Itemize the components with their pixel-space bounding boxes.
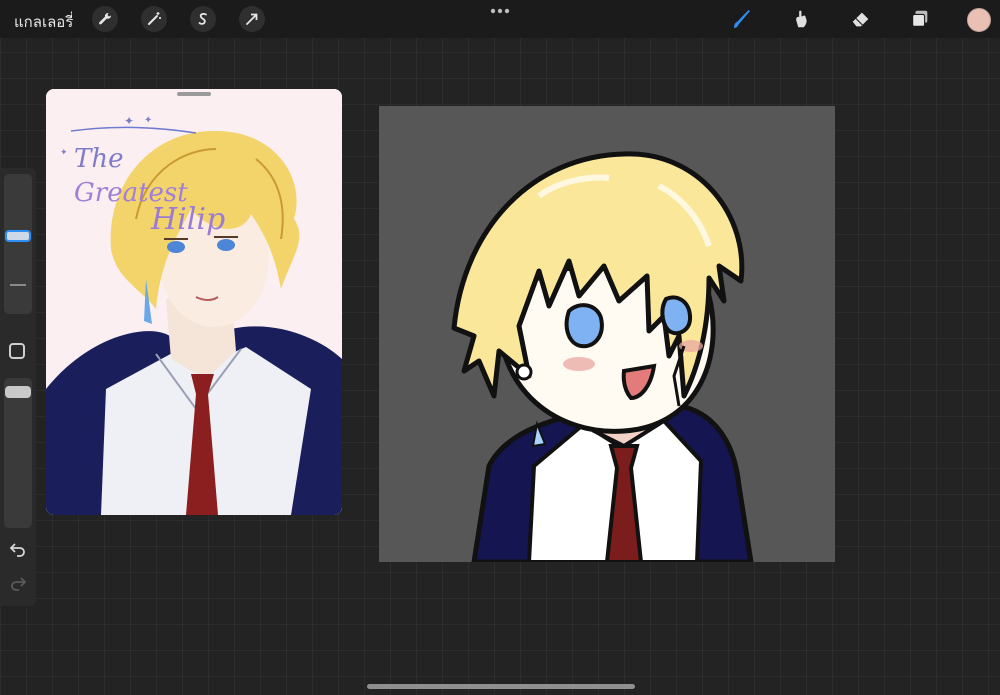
redo-icon[interactable] [8,574,28,594]
wrench-icon[interactable] [92,6,118,32]
brush-size-slider[interactable] [4,174,32,314]
reference-window[interactable]: The Greatest Hilip ✦ ✦ ✦ [46,89,342,515]
magic-wand-icon[interactable] [141,6,167,32]
undo-icon[interactable] [8,540,28,560]
color-swatch[interactable] [967,8,991,32]
more-actions-icon[interactable] [488,6,512,16]
transform-arrow-icon[interactable] [239,6,265,32]
svg-text:✦: ✦ [60,147,68,157]
gallery-button[interactable]: แกลเลอรี่ [14,10,73,34]
canvas-artwork [379,106,835,562]
slider-tick [10,284,26,286]
selection-icon[interactable] [190,6,216,32]
svg-text:✦: ✦ [124,114,134,128]
drawing-canvas[interactable] [379,106,835,562]
svg-text:The: The [74,144,123,174]
reference-image: The Greatest Hilip ✦ ✦ ✦ [46,89,342,515]
opacity-thumb[interactable] [5,386,31,398]
home-indicator [367,684,635,689]
reference-drag-handle[interactable] [177,92,211,96]
eraser-icon[interactable] [848,6,874,32]
opacity-slider[interactable] [4,378,32,528]
layers-icon[interactable] [907,6,933,32]
brush-icon[interactable] [729,6,755,32]
modify-button[interactable] [9,343,25,359]
svg-text:✦: ✦ [144,115,152,126]
brush-size-thumb[interactable] [5,230,31,242]
top-toolbar: แกลเลอรี่ [0,0,1000,38]
sidebar [0,168,36,606]
smudge-icon[interactable] [788,6,814,32]
svg-text:Hilip: Hilip [150,202,225,237]
